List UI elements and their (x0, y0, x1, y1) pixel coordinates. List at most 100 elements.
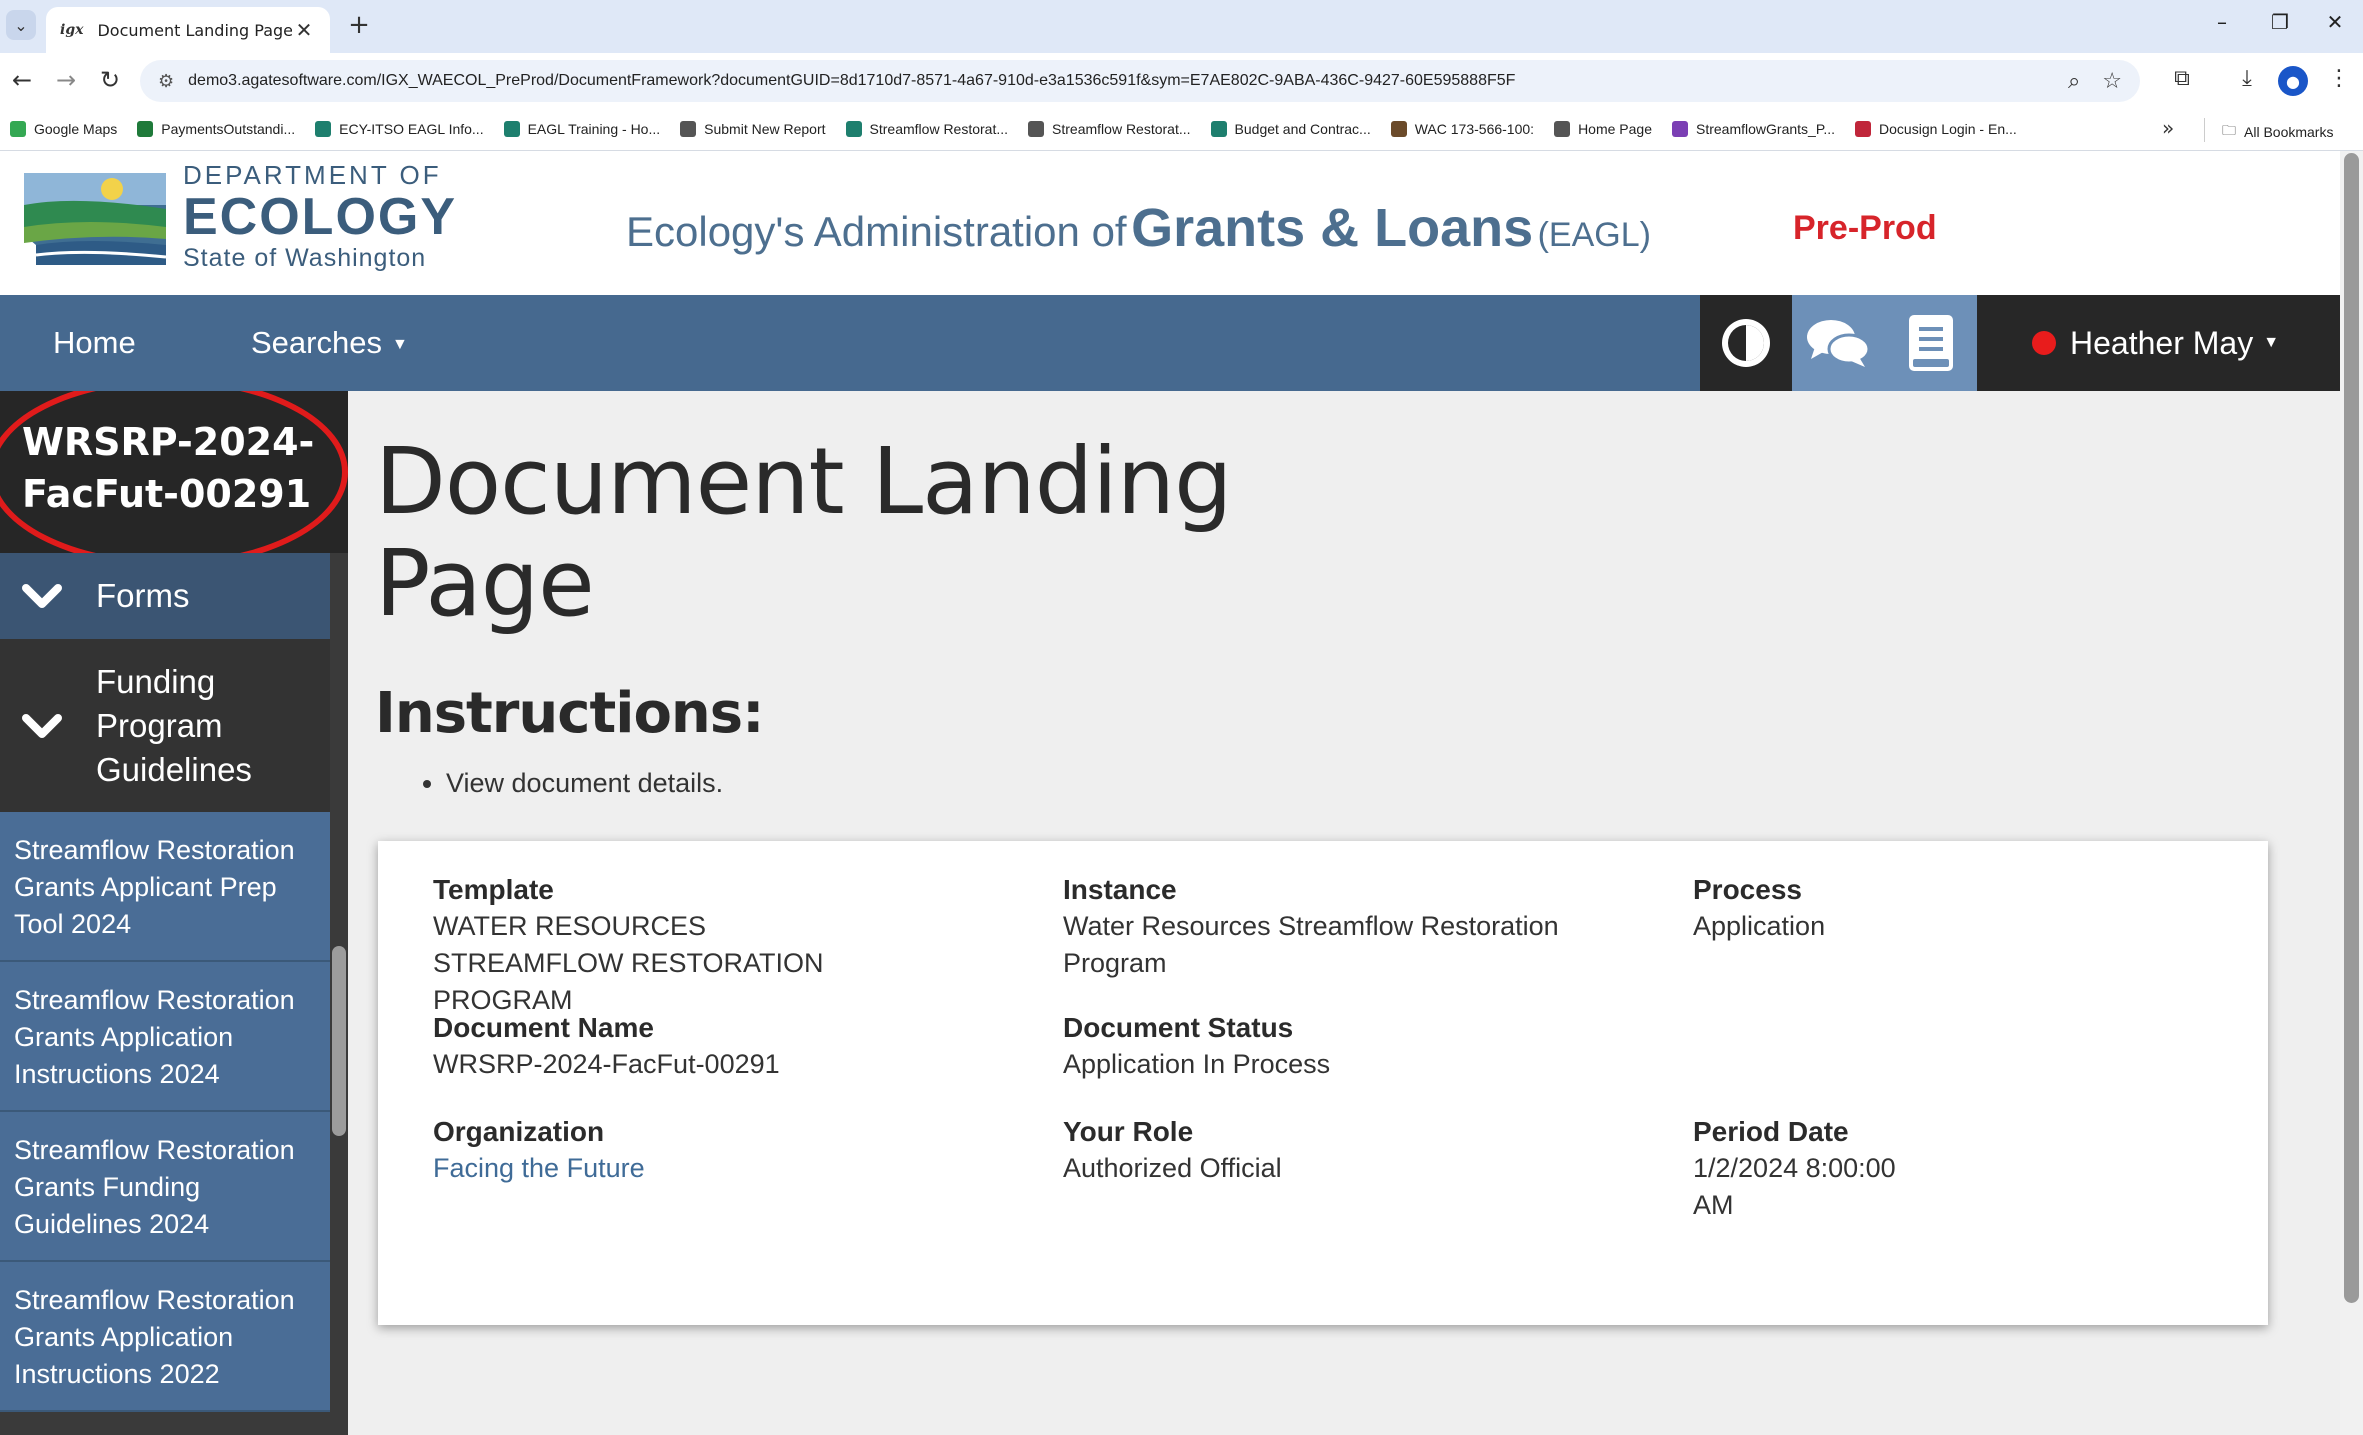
all-bookmarks-label: All Bookmarks (2244, 124, 2334, 140)
ecology-logo-icon[interactable] (16, 165, 176, 275)
window-close-icon[interactable]: ✕ (2315, 10, 2355, 34)
browser-tab-strip: ⌄ igx Document Landing Page ✕ + – ❐ ✕ (0, 0, 2363, 53)
document-status-label: Document Status (1063, 1012, 1294, 1043)
caret-down-icon: ▼ (2263, 334, 2280, 351)
field-document-name: Document Name WRSRP-2024-FacFut-00291 (433, 1009, 953, 1083)
address-url[interactable]: demo3.agatesoftware.com/IGX_WAECOL_PrePr… (188, 72, 2046, 90)
chat-bubbles-icon (1807, 320, 1871, 367)
bookmark-item[interactable]: PaymentsOutstandi... (137, 121, 295, 137)
bookmarks-overflow-icon[interactable]: » (2162, 116, 2174, 140)
bookmark-favicon-icon (10, 121, 26, 137)
user-menu-dropdown[interactable]: Heather May ▼ (1977, 295, 2340, 391)
status-dot-icon (2032, 331, 2056, 355)
bookmark-favicon-icon (315, 121, 332, 137)
folder-icon: 🗀 (2222, 122, 2236, 138)
page-scrollbar[interactable] (2340, 151, 2363, 1435)
sidebar-link-funding-guidelines-2024[interactable]: Streamflow Restoration Grants Funding Gu… (0, 1112, 330, 1262)
page-scrollbar-thumb[interactable] (2344, 153, 2359, 1303)
logo-department: DEPARTMENT OF (183, 160, 442, 190)
instance-value: Water Resources Streamflow Restoration P… (1063, 911, 1559, 978)
instructions-heading: Instructions: (375, 681, 765, 746)
document-name-label: Document Name (433, 1012, 654, 1043)
sidebar-link-application-instructions-2024[interactable]: Streamflow Restoration Grants Applicatio… (0, 962, 330, 1112)
process-label: Process (1693, 874, 1802, 905)
browser-menu-icon[interactable]: ⋮ (2322, 66, 2356, 91)
bookmark-label: StreamflowGrants_P... (1696, 121, 1836, 137)
bookmark-label: Submit New Report (704, 121, 826, 137)
profile-avatar-icon[interactable]: ● (2278, 66, 2308, 96)
sidebar-section-forms[interactable]: Forms (0, 553, 330, 639)
tab-close-icon[interactable]: ✕ (292, 18, 316, 42)
extensions-icon[interactable]: ⧉ (2165, 66, 2199, 91)
site-title-prefix: Ecology's Administration of (626, 208, 1127, 255)
bookmark-item[interactable]: Streamflow Restorat... (1028, 121, 1191, 137)
main-content: Document Landing Page Instructions: View… (348, 391, 2340, 1435)
document-name-value: WRSRP-2024-FacFut-00291 (433, 1049, 780, 1079)
bookmark-label: Streamflow Restorat... (869, 121, 1009, 137)
field-process: Process Application (1693, 871, 2093, 945)
bookmarks-bar: Google Maps PaymentsOutstandi... ECY-ITSO … (0, 108, 2363, 151)
new-tab-plus-icon[interactable]: + (344, 10, 374, 40)
bookmark-favicon-icon (137, 121, 154, 137)
environment-badge: Pre-Prod (1793, 209, 1937, 247)
bookmark-item[interactable]: Submit New Report (680, 121, 826, 137)
site-header: DEPARTMENT OF ECOLOGY State of Washingto… (0, 151, 2340, 295)
bookmark-item[interactable]: Docusign Login - En... (1855, 121, 2017, 137)
bookmark-favicon-icon (845, 121, 862, 137)
nav-home-link[interactable]: Home (53, 325, 136, 361)
bookmark-item[interactable]: EAGL Training - Ho... (503, 121, 661, 137)
your-role-value: Authorized Official (1063, 1153, 1282, 1183)
download-icon[interactable]: ⤓ (2230, 66, 2264, 91)
bookmark-item[interactable]: Home Page (1554, 121, 1652, 137)
organization-label: Organization (433, 1116, 605, 1147)
bookmark-label: Google Maps (34, 121, 118, 137)
ecology-logo-text[interactable]: DEPARTMENT OF ECOLOGY State of Washingto… (183, 159, 457, 273)
window-minimize-icon[interactable]: – (2202, 10, 2242, 34)
template-value: WATER RESOURCES STREAMFLOW RESTORATION P… (433, 911, 824, 1015)
all-bookmarks-button[interactable]: 🗀 All Bookmarks (2222, 120, 2333, 144)
sidebar-scroll-area[interactable]: Forms Funding Program Guidelines Streamf… (0, 553, 348, 1435)
instructions-list: View document details. (446, 768, 723, 799)
sidebar-link-application-instructions-2022[interactable]: Streamflow Restoration Grants Applicatio… (0, 1262, 330, 1412)
bookmark-item[interactable]: Google Maps (10, 121, 117, 137)
sidebar-document-id: WRSRP-2024-FacFut-00291 (0, 391, 348, 553)
document-details-card: Template WATER RESOURCES STREAMFLOW REST… (378, 841, 2268, 1325)
address-bar[interactable]: ⚙ demo3.agatesoftware.com/IGX_WAECOL_Pre… (140, 60, 2140, 102)
contrast-toggle-button[interactable] (1700, 295, 1792, 391)
main-navigation: Home Searches ▼ Heather May ▼ (0, 295, 2340, 391)
site-title-main: Grants & Loans (1131, 198, 1534, 258)
bookmark-item[interactable]: ECY-ITSO EAGL Info... (315, 121, 484, 137)
bookmark-item[interactable]: StreamflowGrants_P... (1672, 121, 1835, 137)
bookmark-favicon-icon (1390, 121, 1407, 137)
field-your-role: Your Role Authorized Official (1063, 1113, 1583, 1187)
book-icon (1908, 315, 1953, 371)
browser-tab-active[interactable]: igx Document Landing Page ✕ (46, 7, 330, 53)
tab-search-chevron-icon[interactable]: ⌄ (6, 10, 36, 40)
reload-icon[interactable]: ↻ (92, 65, 128, 95)
bookmark-favicon-icon (680, 121, 697, 137)
sidebar-section-funding-guidelines[interactable]: Funding Program Guidelines (0, 639, 330, 812)
zoom-icon[interactable]: ⌕ (2068, 69, 2080, 94)
bookmark-item[interactable]: WAC 173-566-100: (1390, 121, 1534, 137)
logo-ecology: ECOLOGY (183, 188, 458, 246)
field-template: Template WATER RESOURCES STREAMFLOW REST… (433, 871, 873, 1019)
organization-link[interactable]: Facing the Future (433, 1150, 953, 1187)
nav-searches-dropdown[interactable]: Searches ▼ (251, 325, 408, 361)
bookmark-item[interactable]: Budget and Contrac... (1210, 121, 1371, 137)
sidebar-scrollbar-thumb[interactable] (332, 946, 346, 1136)
sidebar-funding-label: Funding Program Guidelines (96, 662, 252, 788)
document-sidebar: WRSRP-2024-FacFut-00291 Forms Funding Pr… (0, 391, 348, 1435)
document-status-value: Application In Process (1063, 1049, 1331, 1079)
bookmark-item[interactable]: Streamflow Restorat... (845, 121, 1009, 137)
site-title-acronym: (EAGL) (1537, 216, 1651, 254)
forward-arrow-icon[interactable]: → (48, 65, 84, 95)
site-info-icon[interactable]: ⚙ (158, 71, 174, 92)
back-arrow-icon[interactable]: ← (4, 65, 40, 95)
messages-button[interactable] (1792, 295, 1884, 391)
help-guide-button[interactable] (1884, 295, 1977, 391)
bookmark-label: EAGL Training - Ho... (527, 121, 661, 137)
window-restore-icon[interactable]: ❐ (2260, 10, 2300, 34)
bookmark-star-icon[interactable]: ☆ (2102, 69, 2122, 94)
field-instance: Instance Water Resources Streamflow Rest… (1063, 871, 1583, 982)
sidebar-link-applicant-prep-tool-2024[interactable]: Streamflow Restoration Grants Applicant … (0, 812, 330, 962)
